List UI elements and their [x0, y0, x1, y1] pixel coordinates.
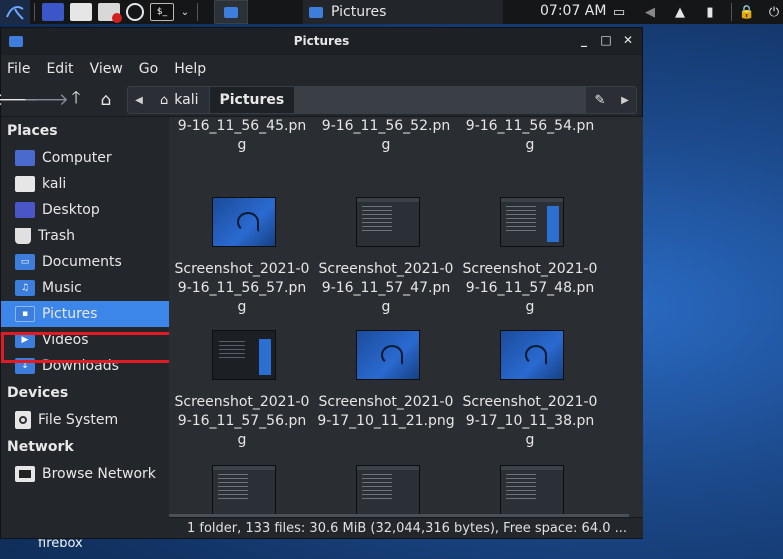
close-button[interactable]: ✕: [621, 33, 635, 47]
breadcrumb-home[interactable]: ⌂ kali: [150, 87, 210, 113]
lock-icon[interactable]: 🔒: [736, 0, 758, 24]
menu-help[interactable]: Help: [174, 61, 206, 77]
documents-folder-icon: ▭: [15, 254, 35, 270]
image-thumbnail[interactable]: [356, 465, 420, 515]
sidebar-header-network: Network: [7, 439, 74, 455]
kali-dragon-icon: [6, 6, 24, 20]
sidebar-item-music[interactable]: ♫ Music: [1, 275, 169, 301]
toolbar: 🡐 🡒 🡑 ⌂ ◀ ⌂ kali Pictures ✎ ▶: [0, 83, 642, 117]
sidebar: Places Computer kali Desktop Trash ▭ Doc…: [1, 117, 169, 538]
menu-edit[interactable]: Edit: [46, 61, 73, 77]
menu-go[interactable]: Go: [139, 61, 158, 77]
battery-icon[interactable]: ▮: [699, 0, 721, 24]
computer-icon: [15, 150, 35, 166]
breadcrumb-pictures[interactable]: Pictures: [209, 87, 296, 113]
window-titlebar[interactable]: Pictures _ □ ✕: [1, 28, 642, 55]
file-item[interactable]: Screenshot_2021-0 9-16_11_56_57.pn g: [171, 260, 313, 317]
folder-icon: [309, 6, 323, 18]
sidebar-item-browse-network[interactable]: Browse Network: [1, 461, 169, 487]
sidebar-item-trash[interactable]: Trash: [1, 223, 169, 249]
desktop-folder-icon: [15, 202, 35, 218]
trash-icon: [15, 228, 31, 244]
taskbar-pictures-window[interactable]: Pictures: [303, 0, 503, 24]
home-icon: ⌂: [160, 92, 169, 108]
home-folder-icon: [15, 176, 35, 192]
status-bar: 1 folder, 133 files: 30.6 MiB (32,044,31…: [169, 517, 643, 538]
file-grid[interactable]: 9-16_11_56_45.pn g 9-16_11_56_52.pn g 9-16…: [169, 117, 643, 517]
file-item[interactable]: Screenshot_2021-0 9-16_11_57_56.pn g: [171, 393, 313, 450]
sidebar-item-kali[interactable]: kali: [1, 171, 169, 197]
drive-icon: [15, 411, 31, 429]
file-item[interactable]: Screenshot_2021-0 9-16_11_57_48.pn g: [459, 260, 601, 317]
sidebar-header-devices: Devices: [7, 385, 69, 401]
menu-view[interactable]: View: [90, 61, 123, 77]
window-title: Pictures: [293, 34, 350, 48]
file-item[interactable]: Screenshot_2021-0 9-17_10_11_21.png: [315, 393, 457, 431]
home-icon[interactable]: ⌂: [91, 85, 121, 115]
kali-menu-button[interactable]: [0, 0, 30, 24]
image-thumbnail[interactable]: [212, 465, 276, 515]
image-thumbnail[interactable]: [356, 197, 420, 247]
volume-icon[interactable]: ◀: [639, 0, 661, 24]
display-icon[interactable]: ▭: [608, 0, 630, 24]
network-icon: [15, 466, 35, 482]
menu-file[interactable]: File: [7, 61, 30, 77]
path-bar: ◀ ⌂ kali Pictures ✎ ▶: [127, 86, 637, 114]
image-thumbnail[interactable]: [212, 197, 276, 247]
sidebar-item-desktop[interactable]: Desktop: [1, 197, 169, 223]
sidebar-header-places: Places: [7, 123, 58, 139]
file-item[interactable]: 9-16_11_56_54.pn g: [459, 117, 601, 155]
launcher-dropdown-icon[interactable]: ⌄: [177, 0, 193, 24]
file-item[interactable]: 9-16_11_56_52.pn g: [315, 117, 457, 155]
file-manager-window: Pictures _ □ ✕ File Edit View Go Help 🡐 …: [0, 27, 643, 539]
file-manager-launcher-icon[interactable]: [70, 3, 92, 21]
panel-clock[interactable]: 07:07 AM: [540, 3, 606, 19]
text-editor-launcher-icon[interactable]: [98, 3, 122, 23]
image-thumbnail[interactable]: [356, 330, 420, 380]
pictures-folder-icon: ▪: [15, 306, 35, 322]
up-arrow-icon[interactable]: 🡑: [61, 85, 91, 115]
sidebar-item-computer[interactable]: Computer: [1, 145, 169, 171]
power-icon[interactable]: ⏻: [763, 0, 783, 24]
music-folder-icon: ♫: [15, 280, 35, 296]
sidebar-item-file-system[interactable]: File System: [1, 407, 169, 433]
path-scroll-right-icon[interactable]: ▶: [614, 95, 636, 106]
file-item[interactable]: Screenshot_2021-0 9-16_11_57_47.pn g: [315, 260, 457, 317]
file-item[interactable]: Screenshot_2021-0 9-17_10_11_38.pn g: [459, 393, 601, 450]
image-thumbnail[interactable]: [500, 197, 564, 247]
workspace-button[interactable]: [214, 0, 248, 24]
terminal-launcher-icon[interactable]: $_: [150, 3, 174, 21]
forward-arrow-icon[interactable]: 🡒: [23, 85, 69, 115]
image-thumbnail[interactable]: [500, 330, 564, 380]
pictures-highlight-box: [1, 332, 173, 363]
sidebar-item-documents[interactable]: ▭ Documents: [1, 249, 169, 275]
image-thumbnail[interactable]: [212, 330, 276, 380]
top-panel: $_ ⌄ Pictures 07:07 AM ▭ ◀ ▲ ▮ 🔒 ⏻: [0, 0, 783, 24]
minimize-button[interactable]: _: [577, 33, 591, 47]
path-scroll-left-icon[interactable]: ◀: [128, 95, 150, 106]
file-item[interactable]: 9-16_11_56_45.pn g: [171, 117, 313, 155]
edit-path-pencil-icon[interactable]: ✎: [586, 93, 614, 108]
image-thumbnail[interactable]: [500, 465, 564, 515]
browser-globe-icon[interactable]: [126, 3, 144, 21]
show-desktop-icon[interactable]: [42, 3, 64, 21]
sidebar-item-pictures[interactable]: ▪ Pictures: [1, 301, 169, 327]
menu-bar: File Edit View Go Help: [1, 55, 642, 83]
maximize-button[interactable]: □: [599, 33, 613, 47]
notifications-bell-icon[interactable]: ▲: [669, 0, 691, 24]
